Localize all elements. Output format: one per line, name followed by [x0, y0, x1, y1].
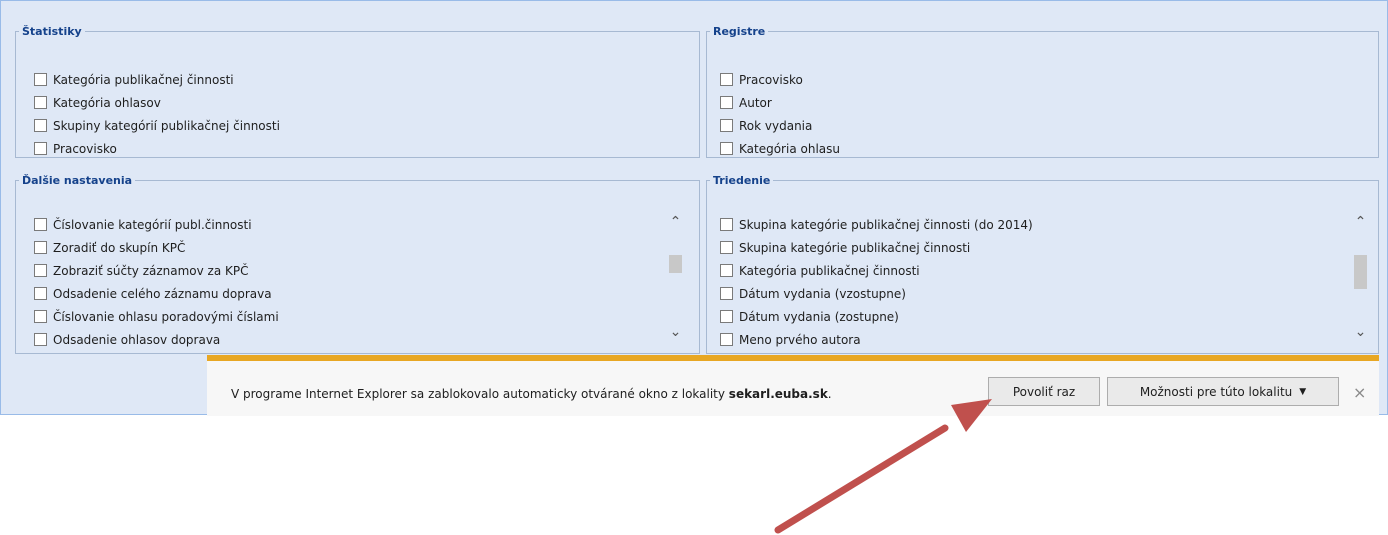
red-arrow-annotation [774, 399, 992, 534]
arrow-shaft [774, 424, 949, 534]
arrow-head [951, 399, 992, 432]
